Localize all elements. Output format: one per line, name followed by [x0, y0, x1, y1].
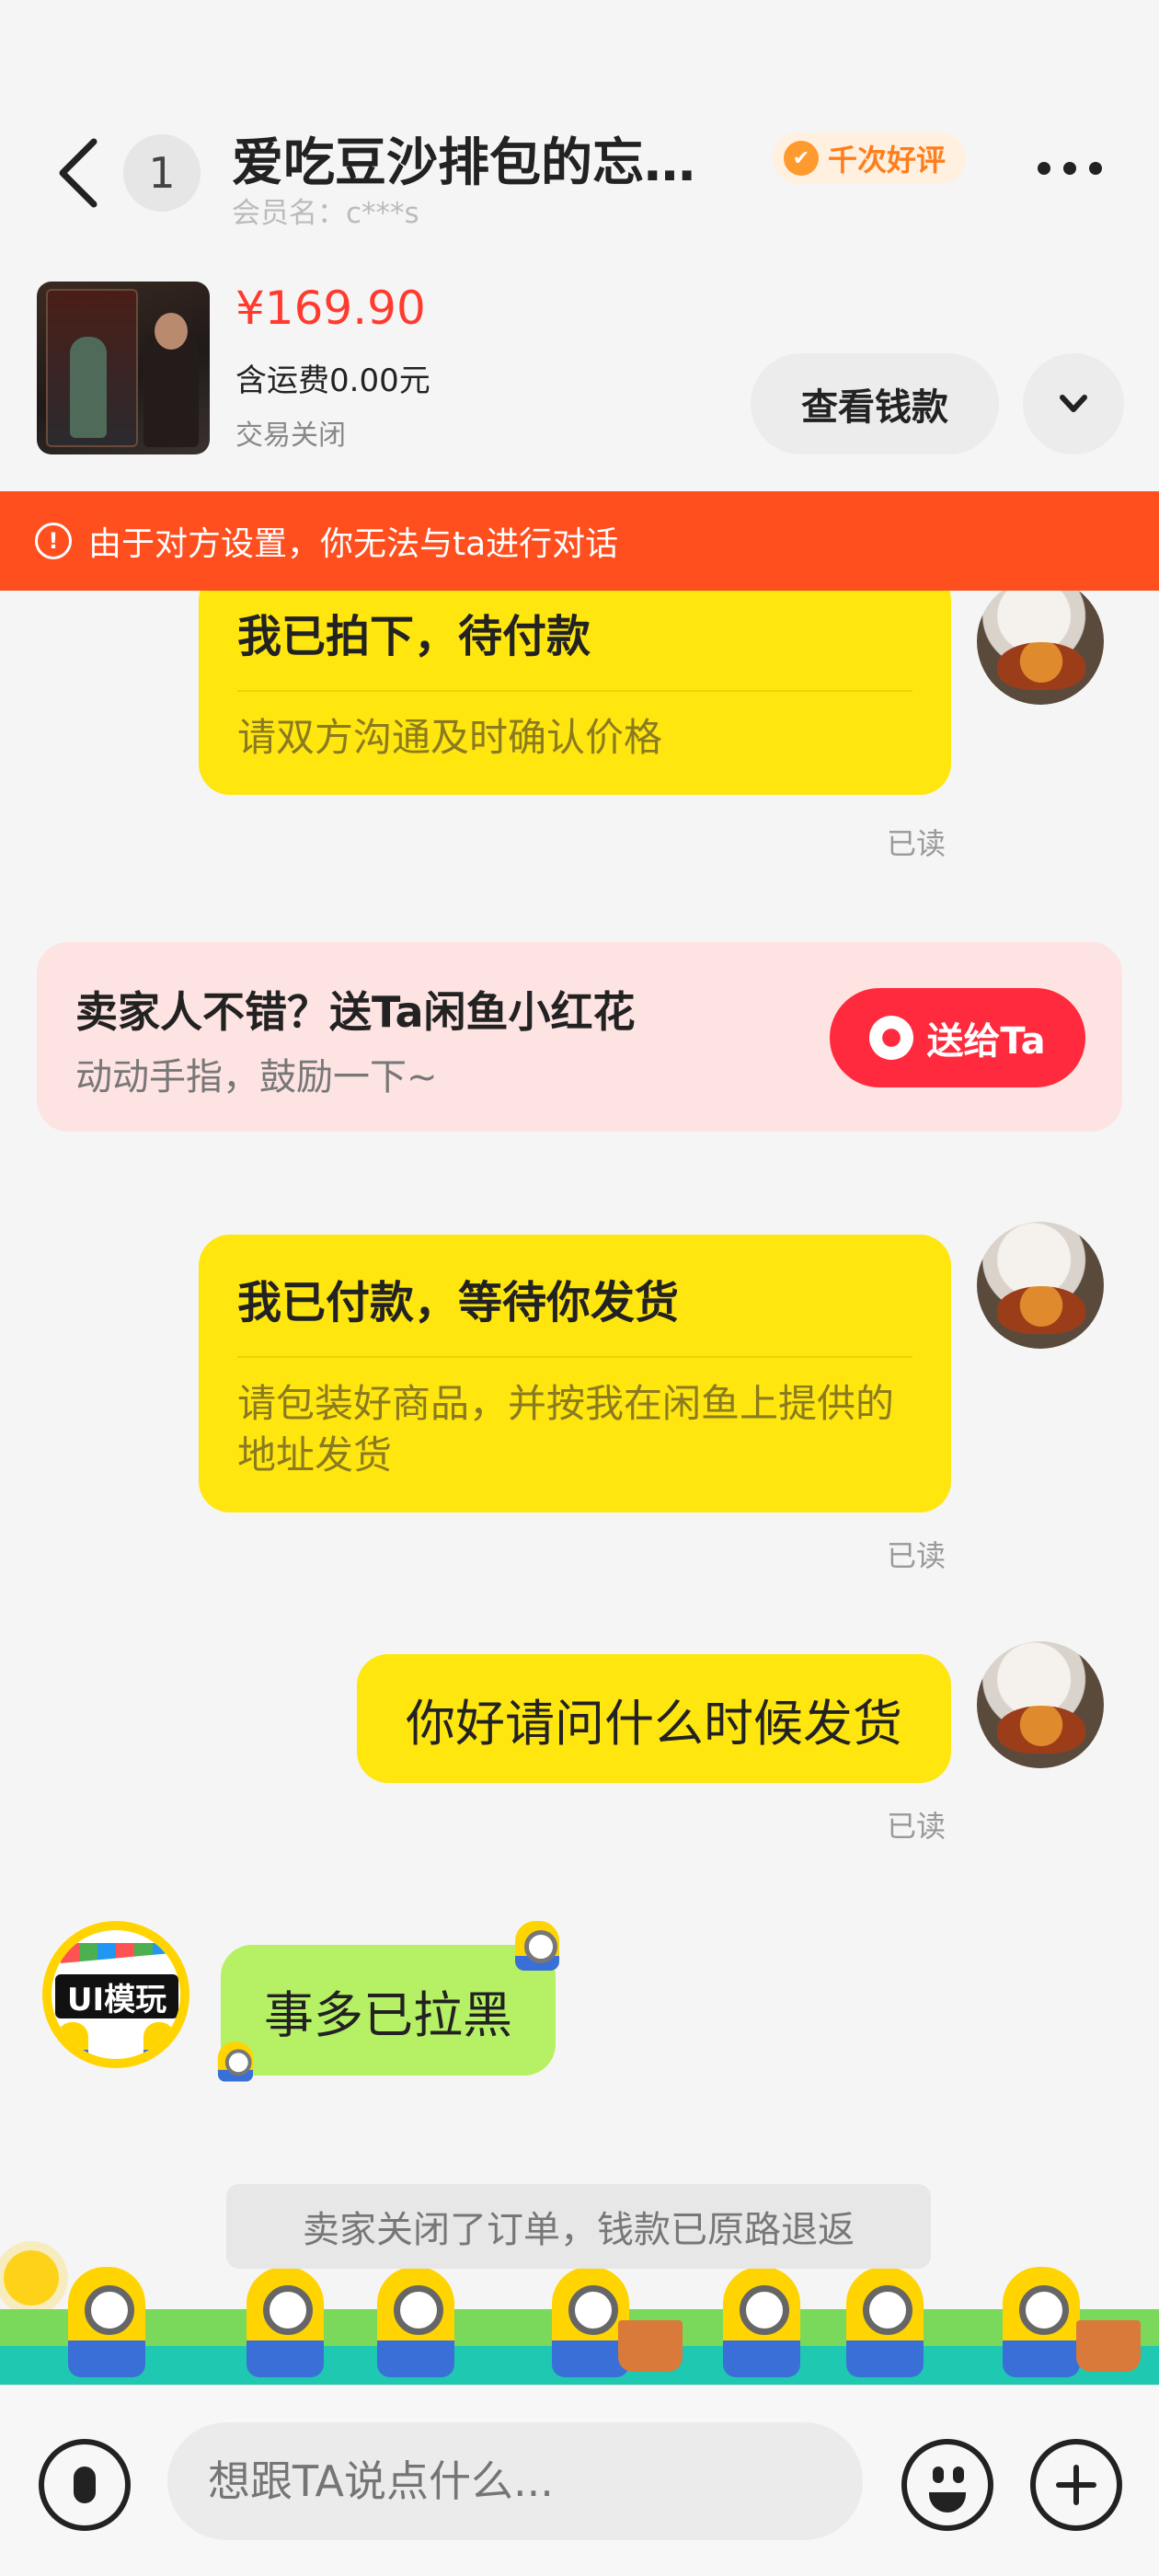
chevron-down-icon: [1060, 395, 1087, 412]
sun-icon: [4, 2250, 59, 2306]
my-text-message[interactable]: 你好请问什么时候发货: [357, 1654, 951, 1783]
send-flower-card: 卖家人不错？送Ta闲鱼小红花 动动手指，鼓励一下~ 送给Ta: [37, 942, 1122, 1132]
chat-blocked-text: 由于对方设置，你无法与ta进行对话: [88, 525, 619, 563]
system-notice: 卖家关闭了订单，钱款已原路退返: [226, 2184, 931, 2269]
deal-status: 交易关闭: [235, 420, 346, 452]
send-flower-subtitle: 动动手指，鼓励一下~: [75, 1056, 438, 1098]
rating-badge-label: 千次好评: [828, 143, 947, 178]
send-flower-button[interactable]: 送给Ta: [830, 988, 1085, 1087]
order-placed-card[interactable]: 我已拍下，待付款 请双方沟通及时确认价格: [199, 591, 951, 795]
rating-badge[interactable]: ✔ 千次好评: [773, 132, 967, 184]
microphone-icon[interactable]: [39, 2439, 131, 2531]
send-flower-title: 卖家人不错？送Ta闲鱼小红花: [75, 987, 636, 1037]
plus-icon[interactable]: [1030, 2439, 1122, 2531]
seller-avatar-label: UI模玩: [55, 1974, 178, 2018]
read-receipt: 已读: [887, 826, 947, 861]
emoji-icon[interactable]: [901, 2439, 993, 2531]
message-input[interactable]: [167, 2422, 863, 2540]
payment-done-body: 请包装好商品，并按我在闲鱼上提供的地址发货: [237, 1381, 895, 1478]
order-placed-body: 请双方沟通及时确认价格: [237, 715, 663, 760]
my-avatar[interactable]: [977, 1222, 1104, 1349]
alert-icon: !: [35, 523, 72, 559]
unread-count-badge[interactable]: 1: [123, 134, 201, 212]
product-thumbnail[interactable]: [37, 282, 210, 454]
flower-icon: [869, 1016, 914, 1060]
view-payment-button[interactable]: 查看钱款: [751, 353, 999, 454]
member-name: 会员名：c***s: [232, 197, 419, 230]
seller-text-message[interactable]: 事多已拉黑: [221, 1945, 556, 2076]
chat-header: 1 爱吃豆沙排包的忘… 会员名：c***s ✔ 千次好评 ¥169.90 含运费…: [0, 0, 1159, 488]
read-receipt: 已读: [887, 1809, 947, 1844]
composer-bar: [0, 2385, 1159, 2576]
my-avatar[interactable]: [977, 1641, 1104, 1768]
message-list[interactable]: 我已拍下，待付款 请双方沟通及时确认价格 已读 卖家人不错？送Ta闲鱼小红花 动…: [0, 591, 1159, 2385]
order-placed-title: 我已拍下，待付款: [237, 591, 912, 692]
chat-blocked-banner: ! 由于对方设置，你无法与ta进行对话: [0, 491, 1159, 591]
payment-done-card[interactable]: 我已付款，等待你发货 请包装好商品，并按我在闲鱼上提供的地址发货: [199, 1235, 951, 1512]
minion-sticker-icon: [515, 1921, 559, 1971]
product-shipping: 含运费0.00元: [235, 362, 430, 399]
back-icon[interactable]: [53, 136, 105, 210]
product-price: ¥169.90: [235, 282, 426, 335]
thumbs-up-icon: ✔: [784, 141, 819, 176]
payment-done-title: 我已付款，等待你发货: [237, 1235, 912, 1358]
more-icon[interactable]: [1038, 162, 1102, 175]
read-receipt: 已读: [887, 1538, 947, 1573]
my-avatar[interactable]: [977, 591, 1104, 705]
chat-title: 爱吃豆沙排包的忘…: [232, 133, 695, 193]
minion-sticker-icon: [217, 2041, 254, 2082]
expand-button[interactable]: [1023, 353, 1124, 454]
send-flower-button-label: 送给Ta: [926, 1020, 1046, 1063]
seller-avatar[interactable]: UI模玩: [42, 1921, 189, 2068]
